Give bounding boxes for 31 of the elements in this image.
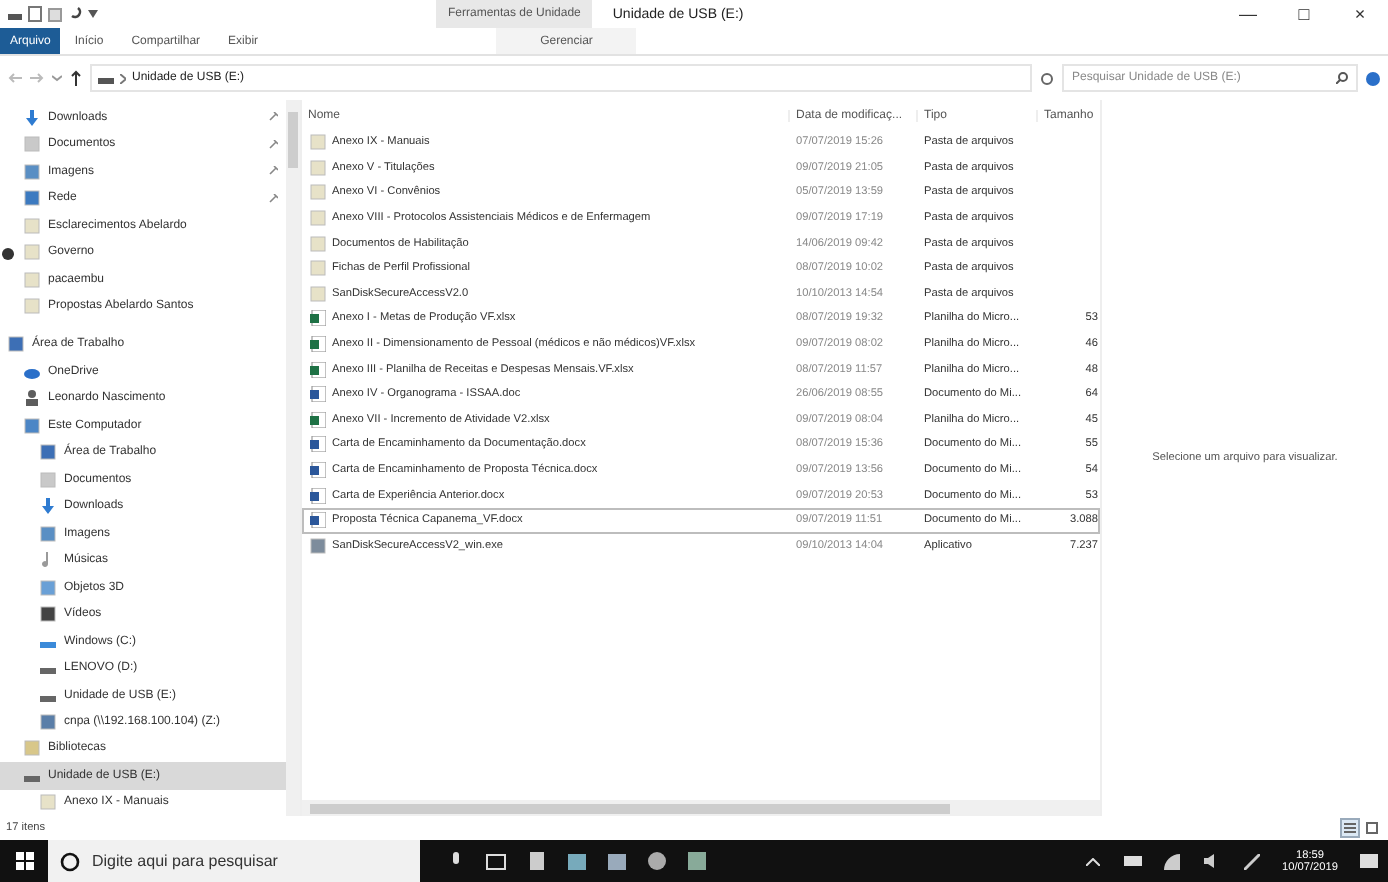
cloud-icon [24, 363, 40, 380]
scrollbar[interactable] [286, 100, 300, 816]
details-view-button[interactable] [1340, 818, 1360, 838]
taskbar-search-field[interactable]: Digite aqui para pesquisar [48, 840, 420, 882]
undo-icon[interactable] [68, 6, 82, 22]
search-icon [1336, 72, 1348, 84]
pin-icon[interactable] [268, 166, 278, 177]
user-icon [24, 390, 40, 407]
list-icon [1344, 822, 1356, 834]
download-icon [24, 109, 40, 126]
minimize-button[interactable]: — [1220, 0, 1276, 28]
help-icon[interactable] [1366, 71, 1380, 85]
maximize-button[interactable]: □ [1276, 0, 1332, 28]
drive-icon[interactable] [8, 9, 22, 19]
download-icon [40, 498, 56, 515]
square-icon [1366, 822, 1378, 834]
pin-icon[interactable] [268, 112, 278, 123]
properties-icon[interactable] [28, 6, 42, 22]
drive-icon [98, 73, 114, 83]
windows-icon [15, 852, 33, 870]
chevron-down-icon[interactable] [52, 74, 62, 82]
close-button[interactable]: × [1332, 0, 1388, 28]
chevron-right-icon [120, 73, 126, 83]
tiles-view-button[interactable] [1362, 818, 1382, 838]
refresh-icon[interactable] [1040, 71, 1054, 85]
pin-icon[interactable] [268, 139, 278, 150]
search-icon [60, 851, 80, 871]
pin-icon[interactable] [268, 193, 278, 204]
dropdown-icon[interactable] [88, 10, 98, 18]
up-arrow-icon[interactable] [70, 70, 82, 86]
scrollbar[interactable] [302, 800, 1100, 816]
